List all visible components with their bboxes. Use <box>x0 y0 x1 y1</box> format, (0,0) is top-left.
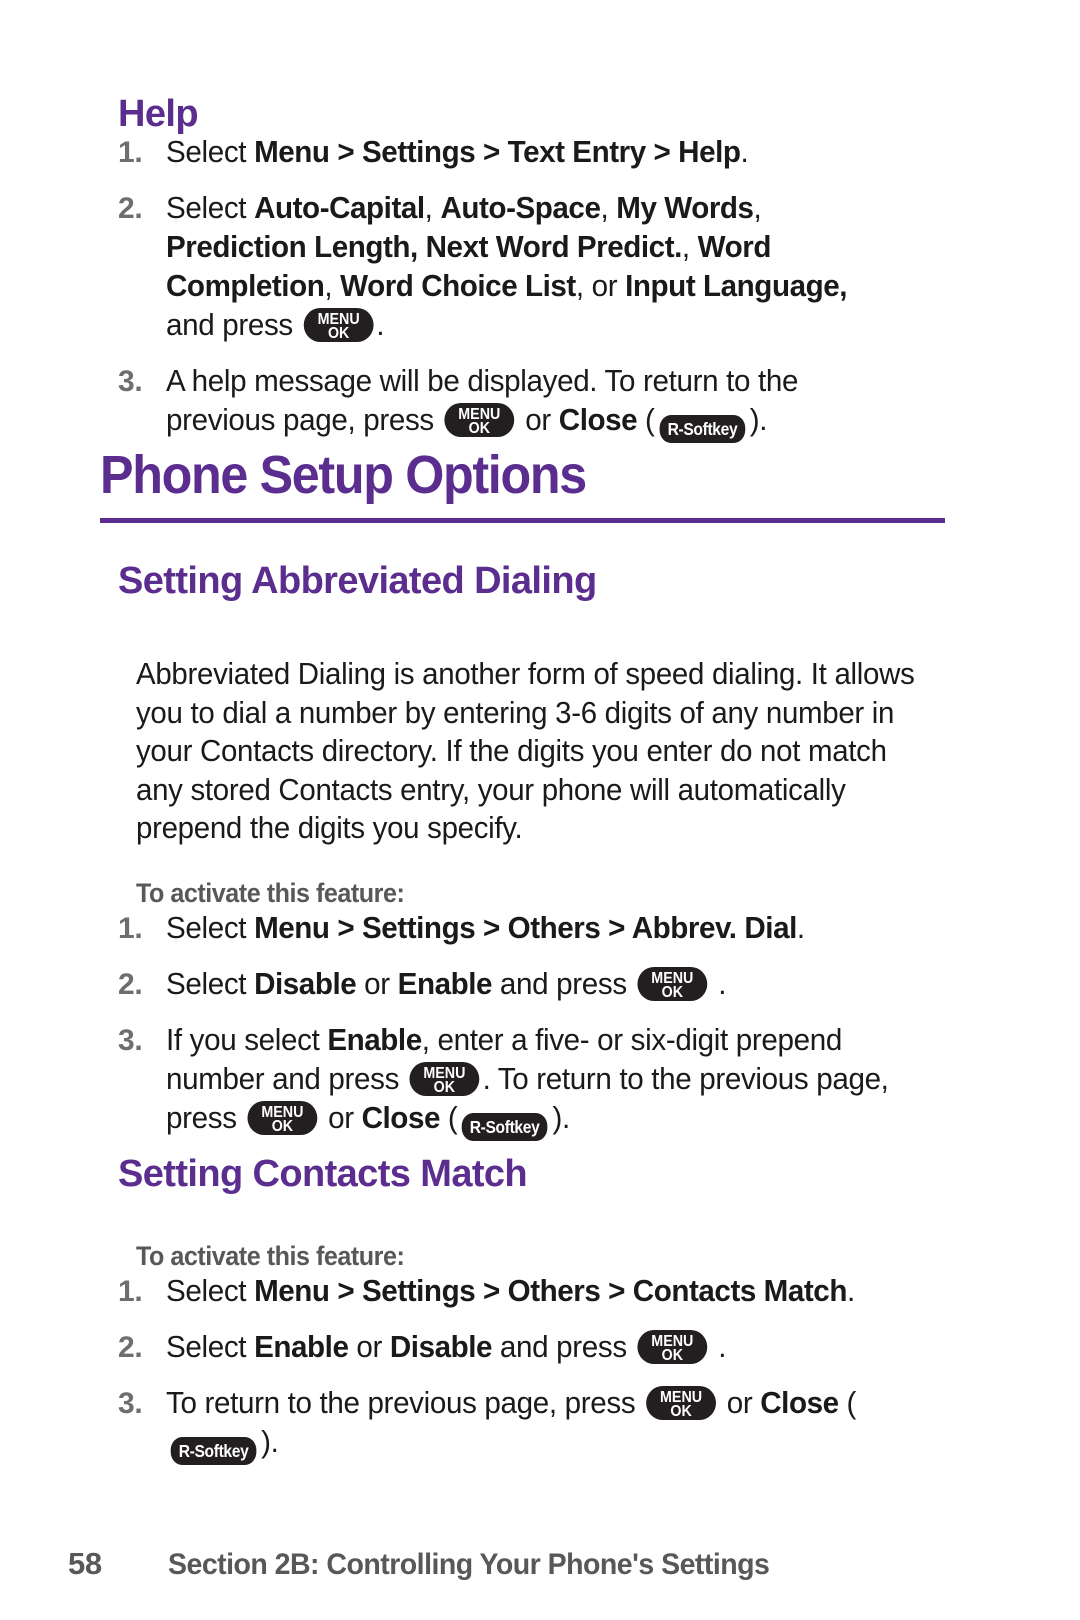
page-number: 58 <box>68 1546 102 1581</box>
menu-ok-key-icon: MENU OK <box>637 1330 708 1364</box>
page-footer: 58 Section 2B: Controlling Your Phone's … <box>68 1546 1020 1582</box>
emphasis-text: Menu <box>254 1274 330 1308</box>
menu-key-line2: OK <box>434 1078 456 1096</box>
step-text: A help message will be displayed. To ret… <box>166 362 886 443</box>
emphasis-text: Menu <box>254 911 330 945</box>
step-number: 2. <box>118 1331 143 1364</box>
menu-key-line2: OK <box>271 1117 294 1135</box>
menu-ok-key-icon: MENU OK <box>646 1386 716 1420</box>
emphasis-text: Close <box>361 1101 441 1135</box>
menu-key-line2: OK <box>327 324 350 342</box>
emphasis-text: Enable <box>327 1023 422 1057</box>
heading-setting-abbreviated-dialing: Setting Abbreviated Dialing <box>118 560 597 602</box>
contacts-match-activate-label: To activate this feature: <box>136 1241 405 1271</box>
abbreviated-dialing-paragraph: Abbreviated Dialing is another form of s… <box>136 657 915 845</box>
menu-ok-key-icon: MENU OK <box>409 1062 480 1096</box>
emphasis-text: Disable <box>389 1330 493 1364</box>
emphasis-text: Close <box>558 403 638 437</box>
emphasis-text: > <box>475 135 508 169</box>
step-text: If you select Enable, enter a five- or s… <box>166 1021 895 1141</box>
heading-setting-contacts-match: Setting Contacts Match <box>118 1153 528 1195</box>
step-number: 3. <box>118 365 143 398</box>
step-number: 1. <box>118 136 143 169</box>
emphasis-text: Others <box>507 911 601 945</box>
help-step-list: 1. Select Menu > Settings > Text Entry > … <box>118 133 908 443</box>
emphasis-text: Word Choice List <box>340 269 576 303</box>
step-text: Select Menu > Settings > Text Entry > He… <box>166 135 749 169</box>
section-help: Help 1. Select Menu > Settings > Text Ent… <box>118 95 978 460</box>
abbreviated-dialing-step-list: 1. Select Menu > Settings > Others > Abbr… <box>118 909 918 1141</box>
r-softkey-icon: R-Softkey <box>170 1437 257 1465</box>
step-number: 1. <box>118 912 143 945</box>
emphasis-text: Disable <box>254 967 357 1001</box>
emphasis-text: Abbrev. Dial <box>631 911 798 945</box>
emphasis-text: > <box>329 911 363 945</box>
r-softkey-icon: R-Softkey <box>659 415 746 443</box>
emphasis-text: Prediction Length, Next Word Predict. <box>166 230 682 264</box>
page-title: Phone Setup Options <box>100 445 587 505</box>
manual-page: Help 1. Select Menu > Settings > Text Ent… <box>0 0 1080 1620</box>
emphasis-text: Input Language, <box>625 269 848 303</box>
menu-key-line2: OK <box>661 1346 684 1364</box>
list-item: 2. Select Enable or Disable and press MEN… <box>118 1328 918 1367</box>
section-phone-setup-options: Phone Setup Options <box>100 448 945 523</box>
step-text: Select Disable or Enable and press MENU O… <box>166 967 727 1001</box>
step-text: Select Enable or Disable and press MENU O… <box>166 1330 727 1364</box>
title-divider <box>100 518 945 523</box>
menu-ok-key-icon: MENU OK <box>303 308 374 342</box>
footer-section-name: Section 2B: Controlling Your Phone's Set… <box>168 1548 770 1581</box>
list-item: 2. Select Disable or Enable and press MEN… <box>118 965 918 1004</box>
menu-key-line2: OK <box>661 983 684 1001</box>
emphasis-text: Contacts Match <box>632 1274 848 1308</box>
heading-help: Help <box>118 93 199 135</box>
emphasis-text: Auto-Space <box>440 191 601 225</box>
emphasis-text: Help <box>678 135 741 169</box>
emphasis-text: > <box>329 135 363 169</box>
emphasis-text: Enable <box>254 1330 349 1364</box>
menu-ok-key-icon: MENU OK <box>247 1101 318 1135</box>
list-item: 3. A help message will be displayed. To r… <box>118 362 908 443</box>
emphasis-text: My Words <box>616 191 754 225</box>
emphasis-text: Enable <box>397 967 493 1001</box>
list-item: 1. Select Menu > Settings > Others > Cont… <box>118 1272 918 1311</box>
emphasis-text: > <box>645 135 679 169</box>
emphasis-text: > <box>600 1274 633 1308</box>
step-number: 2. <box>118 192 143 225</box>
step-number: 3. <box>118 1387 143 1420</box>
emphasis-text: > <box>475 1274 508 1308</box>
list-item: 2. Select Auto-Capital, Auto-Space, My Wo… <box>118 189 908 345</box>
emphasis-text: > <box>600 911 632 945</box>
emphasis-text: Settings <box>362 1274 476 1308</box>
list-item: 3. If you select Enable, enter a five- or… <box>118 1021 918 1141</box>
step-text: Select Auto-Capital, Auto-Space, My Word… <box>166 191 848 342</box>
emphasis-text: Settings <box>362 911 476 945</box>
step-number: 1. <box>118 1275 143 1308</box>
step-text: To return to the previous page, press ME… <box>166 1384 895 1465</box>
menu-key-line2: OK <box>670 1402 692 1420</box>
abbreviated-dialing-activate-label: To activate this feature: <box>136 878 405 908</box>
section-setting-abbreviated-dialing: Setting Abbreviated Dialing Abbreviated … <box>118 562 968 1158</box>
list-item: 3. To return to the previous page, press … <box>118 1384 918 1465</box>
menu-key-line2: OK <box>468 419 491 437</box>
step-text: Select Menu > Settings > Others > Contac… <box>166 1274 855 1308</box>
step-number: 3. <box>118 1024 143 1057</box>
emphasis-text: > <box>329 1274 363 1308</box>
menu-ok-key-icon: MENU OK <box>444 403 515 437</box>
list-item: 1. Select Menu > Settings > Others > Abbr… <box>118 909 918 948</box>
contacts-match-step-list: 1. Select Menu > Settings > Others > Cont… <box>118 1272 918 1465</box>
list-item: 1. Select Menu > Settings > Text Entry > … <box>118 133 908 172</box>
emphasis-text: Others <box>507 1274 601 1308</box>
emphasis-text: > <box>475 911 508 945</box>
emphasis-text: Text Entry <box>507 135 647 169</box>
emphasis-text: Menu <box>254 135 330 169</box>
step-text: Select Menu > Settings > Others > Abbrev… <box>166 911 805 945</box>
menu-ok-key-icon: MENU OK <box>637 967 708 1001</box>
r-softkey-icon: R-Softkey <box>462 1113 548 1141</box>
emphasis-text: Close <box>760 1386 839 1420</box>
step-number: 2. <box>118 968 143 1001</box>
section-setting-contacts-match: Setting Contacts Match To activate this … <box>118 1155 968 1482</box>
emphasis-text: Auto-Capital <box>254 191 425 225</box>
emphasis-text: Settings <box>362 135 476 169</box>
